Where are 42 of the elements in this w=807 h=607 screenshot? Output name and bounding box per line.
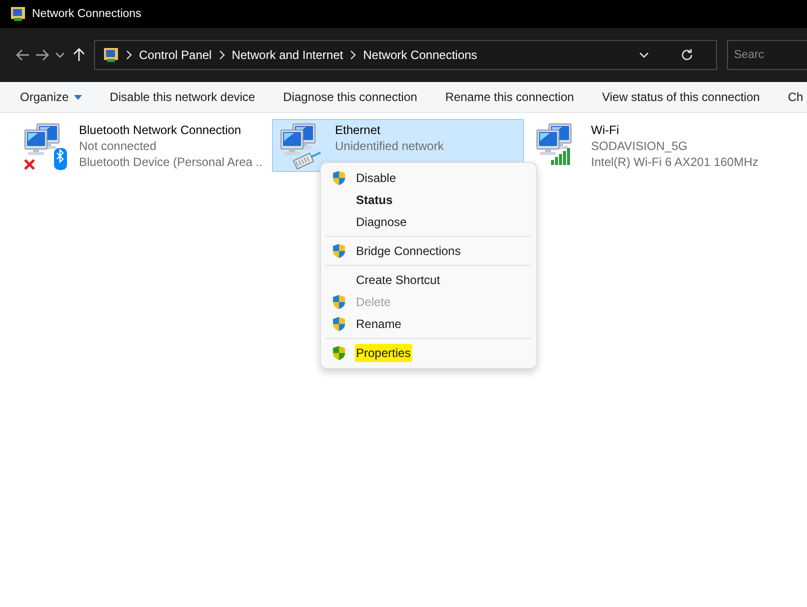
control-panel-icon [10,6,26,22]
connection-name: Bluetooth Network Connection [79,123,242,138]
connection-name: Wi-Fi [591,123,620,138]
toolbar-button[interactable]: Diagnose this connection [283,90,418,104]
connection-name: Ethernet [335,123,382,138]
chevron-icon [218,50,226,60]
menu-item[interactable]: Bridge Connections [325,240,532,262]
shield-icon [331,170,347,186]
menu-item[interactable]: Status [325,189,532,211]
search-field[interactable]: Searc [727,40,807,70]
caret-icon [74,94,82,100]
refresh-icon[interactable] [680,48,694,62]
chevron-icon [125,50,133,60]
device-name: Bluetooth Device (Personal Area ... [79,155,263,169]
toolbar-button[interactable]: View status of this connection [602,90,760,104]
chevron-icon [349,50,358,60]
connection-status: SODAVISION_5G [591,139,688,154]
address-bar[interactable]: Control Panel Network and Internet Network Connections [94,40,717,70]
toolbar-button[interactable]: Rename this connection [445,90,574,104]
menu-item[interactable]: Rename [325,313,532,335]
breadcrumb[interactable]: Control Panel [139,48,212,62]
back-arrow-icon[interactable] [15,47,32,63]
connection-tile[interactable]: Bluetooth Network Connection Not connected Bluetooth Device (Personal Area ... [16,119,268,172]
connection-status: Unidentified network [335,139,444,154]
shield-icon [331,316,347,332]
device-name: Intel(R) Wi-Fi 6 AX201 160MHz [591,155,758,169]
menu-item[interactable]: Properties [325,342,532,364]
forward-arrow-icon[interactable] [34,47,50,63]
toolbar-button[interactable]: Ch [788,90,804,104]
connection-status: Not connected [79,139,158,154]
window-title: Network Connections [32,8,142,20]
breadcrumb[interactable]: Network Connections [363,48,478,62]
toolbar-button[interactable]: Disable this network device [110,90,256,104]
shield-icon [331,243,347,259]
shield-icon [331,294,347,310]
breadcrumb[interactable]: Network and Internet [232,48,344,62]
up-arrow-icon[interactable] [70,47,87,63]
control-panel-icon [103,47,119,63]
menu-item[interactable]: Diagnose [325,211,532,233]
toolbar-button[interactable]: Organize [20,90,82,104]
menu-item[interactable]: Create Shortcut [325,269,532,291]
shield-icon [331,345,347,361]
